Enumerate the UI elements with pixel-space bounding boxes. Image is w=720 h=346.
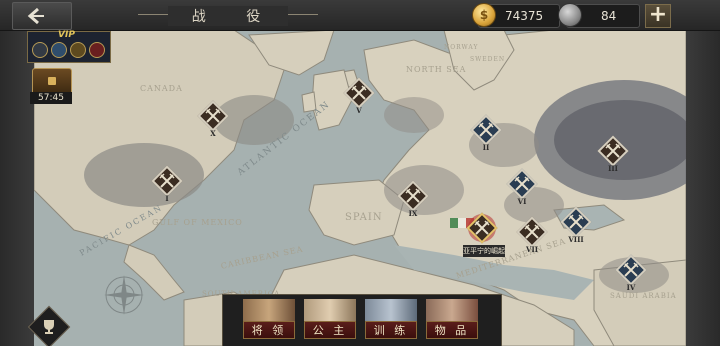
crossed-swords-icon	[478, 122, 494, 137]
map-frame-right	[686, 30, 720, 346]
vip-badge-2-icon[interactable]	[51, 42, 67, 58]
label-sweden: SWEDEN	[470, 56, 506, 63]
vip-label: VIP	[58, 30, 75, 40]
label-north-sea: NORTH SEA	[406, 65, 467, 74]
tab-generals[interactable]: 将 领	[243, 299, 295, 341]
vip-panel[interactable]: VIP	[27, 30, 111, 63]
tab-items[interactable]: 物 品	[426, 299, 478, 341]
trophy-icon	[44, 320, 54, 334]
crossed-swords-icon	[205, 108, 221, 123]
battle-number-i: I	[165, 194, 169, 203]
label-norway: NORWAY	[444, 44, 479, 51]
battle-number-vi: VI	[517, 197, 527, 206]
crossed-swords-icon	[524, 224, 540, 239]
crossed-swords-icon	[568, 214, 584, 229]
campaign-hint-label[interactable]: 亚平宁的崛起	[463, 245, 505, 257]
campaign-screen: CANADA NORTH SEA ATLANTIC OCEAN SPAIN GU…	[0, 0, 720, 346]
tab-generals-label: 将 领	[243, 321, 295, 339]
label-gulf-of-mexico: GULF OF MEXICO	[152, 218, 243, 227]
page-title: 战 役	[168, 6, 288, 26]
training-thumbnail	[365, 299, 417, 321]
gold-coin-icon: $	[472, 3, 496, 27]
vip-badge-1-icon[interactable]	[32, 42, 48, 58]
vip-badge-4-icon[interactable]	[89, 42, 105, 58]
battle-number-vii: VII	[526, 245, 538, 254]
crossed-swords-icon	[514, 176, 530, 191]
medal-value: 84	[601, 9, 617, 23]
battle-number-ix: IX	[408, 209, 418, 218]
tab-training-label: 训 练	[365, 321, 417, 339]
vip-badge-3-icon[interactable]	[70, 42, 86, 58]
battle-number-viii: VIII	[568, 235, 584, 244]
battle-number-x: X	[210, 129, 216, 138]
label-saudi-arabia: SAUDI ARABIA	[610, 292, 677, 300]
princess-thumbnail	[304, 299, 356, 321]
title-plate: 战 役	[138, 3, 318, 27]
tab-items-label: 物 品	[426, 321, 478, 339]
medal-icon	[558, 3, 582, 27]
crossed-swords-icon	[159, 173, 175, 188]
battle-number-iii: III	[608, 164, 618, 173]
add-currency-button[interactable]: +	[645, 4, 671, 28]
tab-princess-label: 公 主	[304, 321, 356, 339]
tab-training[interactable]: 训 练	[365, 299, 417, 341]
back-button[interactable]	[12, 2, 72, 30]
battle-number-ii: II	[482, 143, 490, 152]
crossed-swords-icon	[351, 85, 367, 100]
crossed-swords-icon	[405, 188, 421, 203]
back-arrow-icon	[27, 7, 44, 25]
chest-timer: 57:45	[30, 92, 72, 104]
gold-value: 74375	[505, 9, 544, 23]
tab-princess[interactable]: 公 主	[304, 299, 356, 341]
crossed-swords-icon	[474, 220, 490, 235]
map-frame-left	[0, 30, 34, 346]
label-spain: SPAIN	[345, 212, 383, 223]
items-thumbnail	[426, 299, 478, 321]
generals-thumbnail	[243, 299, 295, 321]
label-canada: CANADA	[140, 84, 183, 93]
crossed-swords-icon	[623, 262, 639, 277]
top-bar: 战 役 74375 $ 84 +	[0, 0, 720, 31]
battle-number-v: V	[356, 106, 362, 115]
crossed-swords-icon	[605, 143, 621, 158]
battle-number-iv: IV	[626, 283, 636, 292]
bottom-menu: 将 领 公 主 训 练 物 品	[222, 294, 502, 346]
